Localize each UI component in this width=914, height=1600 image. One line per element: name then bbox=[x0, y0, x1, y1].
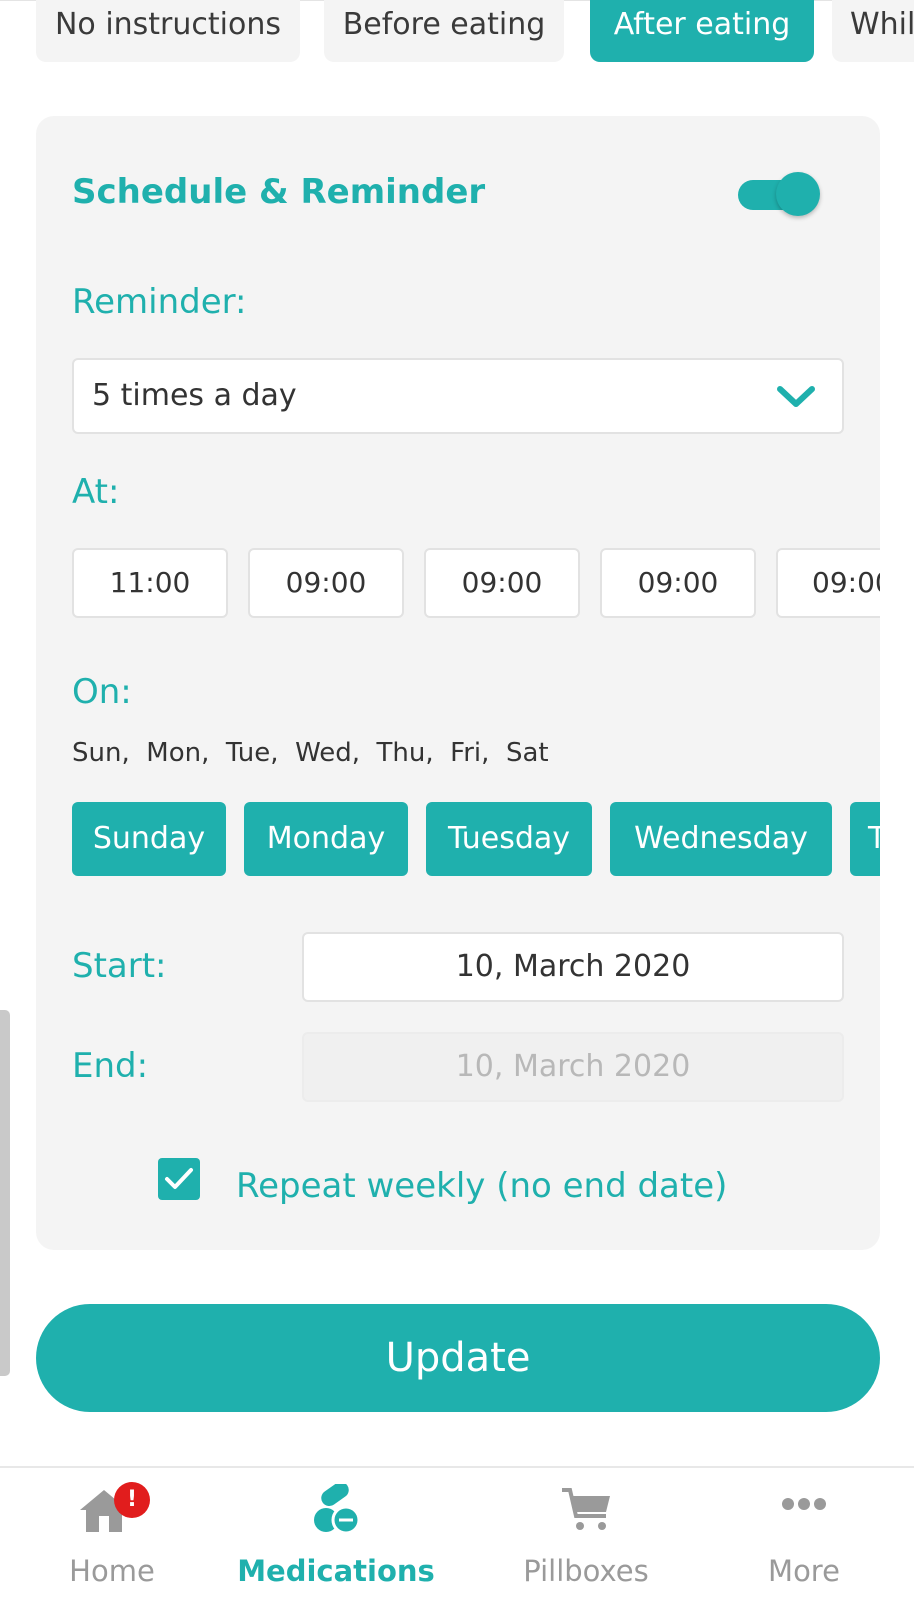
end-date-field: 10, March 2020 bbox=[302, 1032, 844, 1102]
time-slot-4[interactable]: 09:00 bbox=[600, 548, 756, 618]
home-icon: ! bbox=[72, 1482, 152, 1536]
nav-home-label: Home bbox=[69, 1554, 155, 1588]
day-thursday[interactable]: Thursday bbox=[850, 802, 880, 876]
toggle-knob bbox=[776, 172, 820, 216]
bottom-nav: ! Home Medications Pillboxes More bbox=[0, 1466, 914, 1600]
repeat-checkbox[interactable] bbox=[158, 1158, 200, 1200]
nav-pillboxes[interactable]: Pillboxes bbox=[486, 1468, 686, 1600]
on-label: On: bbox=[72, 672, 132, 712]
schedule-toggle[interactable] bbox=[738, 172, 820, 216]
time-slot-1[interactable]: 11:00 bbox=[72, 548, 228, 618]
chip-while-eating[interactable]: While eating bbox=[832, 0, 914, 62]
time-slot-5[interactable]: 09:00 bbox=[776, 548, 880, 618]
time-list: 11:00 09:00 09:00 09:00 09:00 bbox=[72, 548, 880, 620]
pills-icon bbox=[296, 1481, 376, 1536]
day-wednesday[interactable]: Wednesday bbox=[610, 802, 832, 876]
repeat-weekly-label[interactable]: Repeat weekly (no end date) bbox=[236, 1166, 727, 1206]
reminder-select[interactable]: 5 times a day bbox=[72, 358, 844, 434]
time-slot-3[interactable]: 09:00 bbox=[424, 548, 580, 618]
chip-no-instructions[interactable]: No instructions bbox=[36, 0, 300, 62]
day-sunday[interactable]: Sunday bbox=[72, 802, 226, 876]
nav-more[interactable]: More bbox=[704, 1468, 904, 1600]
nav-medications-label: Medications bbox=[237, 1554, 435, 1588]
time-slot-2[interactable]: 09:00 bbox=[248, 548, 404, 618]
start-date-field[interactable]: 10, March 2020 bbox=[302, 932, 844, 1002]
update-button[interactable]: Update bbox=[36, 1304, 880, 1412]
reminder-label: Reminder: bbox=[72, 282, 247, 322]
nav-medications[interactable]: Medications bbox=[236, 1468, 436, 1600]
day-tuesday[interactable]: Tuesday bbox=[426, 802, 592, 876]
nav-pillboxes-label: Pillboxes bbox=[523, 1554, 649, 1588]
days-summary: Sun, Mon, Tue, Wed, Thu, Fri, Sat bbox=[72, 738, 549, 768]
instruction-chips: No instructions Before eating After eati… bbox=[0, 0, 914, 64]
nav-home[interactable]: ! Home bbox=[12, 1468, 212, 1600]
chevron-down-icon bbox=[777, 386, 815, 407]
chip-before-eating[interactable]: Before eating bbox=[324, 0, 564, 62]
at-label: At: bbox=[72, 472, 120, 512]
more-dots-icon bbox=[764, 1484, 844, 1536]
reminder-value: 5 times a day bbox=[92, 378, 297, 413]
schedule-title: Schedule & Reminder bbox=[72, 172, 486, 212]
day-list: Sunday Monday Tuesday Wednesday Thursday bbox=[72, 802, 880, 878]
day-monday[interactable]: Monday bbox=[244, 802, 408, 876]
side-edge-handle bbox=[0, 1010, 10, 1376]
checkmark-icon bbox=[165, 1168, 193, 1189]
cart-icon bbox=[546, 1484, 626, 1536]
chip-after-eating[interactable]: After eating bbox=[590, 0, 814, 62]
nav-more-label: More bbox=[768, 1554, 840, 1588]
home-badge: ! bbox=[114, 1482, 150, 1518]
start-label: Start: bbox=[72, 946, 167, 986]
end-label: End: bbox=[72, 1046, 149, 1086]
